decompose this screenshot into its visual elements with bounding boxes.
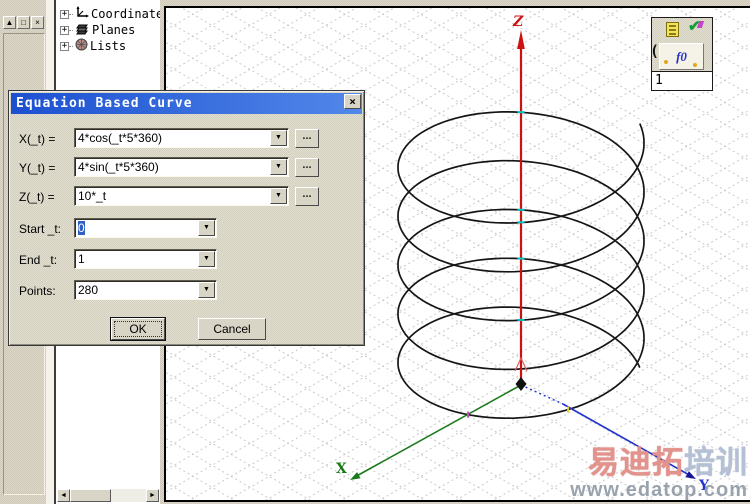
cancel-button[interactable]: Cancel xyxy=(198,318,266,340)
focus-rectangle xyxy=(114,321,162,337)
notes-icon[interactable] xyxy=(666,22,679,37)
dropdown-arrow-button[interactable]: ▼ xyxy=(270,130,287,146)
sphere-icon xyxy=(75,38,88,54)
y-axis xyxy=(562,403,692,477)
ok-button[interactable]: OK xyxy=(110,317,166,341)
dropdown-arrow-button[interactable]: ▼ xyxy=(270,159,287,175)
dialog-close-button[interactable]: × xyxy=(344,94,361,109)
tree-connector xyxy=(69,45,73,47)
combo-field[interactable]: 0 ▼ xyxy=(74,218,217,238)
combo-value[interactable]: 10*_t xyxy=(75,189,270,203)
restore-icon: □ xyxy=(21,18,26,27)
z-axis-label: Z xyxy=(512,14,524,30)
scroll-right-button[interactable]: ► xyxy=(146,489,159,502)
combo-value[interactable]: 1 xyxy=(75,252,198,266)
vertex-dot xyxy=(693,63,697,67)
tree-connector xyxy=(69,13,73,15)
vertex-dot xyxy=(664,60,668,64)
combo-value[interactable]: 280 xyxy=(75,283,198,297)
dropdown-arrow-button[interactable]: ▼ xyxy=(270,188,287,204)
dialog-title-text: Equation Based Curve xyxy=(16,96,193,111)
tree-connector xyxy=(69,29,73,31)
y-axis-label: Y xyxy=(698,478,710,494)
combo-value[interactable]: 0 xyxy=(75,221,198,235)
cancel-button-label: Cancel xyxy=(213,322,251,336)
axes-icon xyxy=(75,6,89,22)
tree-item-label: Planes xyxy=(92,23,136,37)
application-window: ▲ □ × + Coordinate + Planes + Lists ◄ ► ZXY 易… xyxy=(0,0,750,504)
tree-item-lists[interactable]: + Lists xyxy=(60,38,160,54)
field-label: Z(_t) = xyxy=(19,190,55,204)
x-axis-arrow xyxy=(350,472,361,480)
view-overlay-panel: ✔ ( f0 1 xyxy=(650,17,713,91)
rollup-button[interactable]: ▲ xyxy=(3,16,16,29)
close-icon: × xyxy=(35,18,40,27)
dialog-titlebar[interactable]: Equation Based Curve xyxy=(11,93,362,114)
combo-value[interactable]: 4*cos(_t*5*360) xyxy=(75,131,270,145)
combo-field[interactable]: 4*sin(_t*5*360) ▼ xyxy=(74,157,289,177)
scroll-track[interactable] xyxy=(111,489,146,502)
tree-item-label: Coordinate xyxy=(91,7,160,21)
dropdown-arrow-button[interactable]: ▼ xyxy=(198,282,215,298)
scroll-left-button[interactable]: ◄ xyxy=(57,489,70,502)
combo-field[interactable]: 4*cos(_t*5*360) ▼ xyxy=(74,128,289,148)
check-icon[interactable]: ✔ xyxy=(688,17,701,35)
mdi-window-controls: ▲ □ × xyxy=(3,16,44,29)
origin-marker xyxy=(515,377,527,391)
expand-plus-icon[interactable]: + xyxy=(60,9,69,19)
expression-editor-button[interactable]: ... xyxy=(295,158,319,177)
field-label: X(_t) = xyxy=(19,132,56,146)
function-icon[interactable]: f0 xyxy=(659,43,704,70)
tree-item-planes[interactable]: + Planes xyxy=(60,22,160,38)
tree-horizontal-scrollbar[interactable]: ◄ ► xyxy=(57,489,159,502)
expand-plus-icon[interactable]: + xyxy=(60,41,69,51)
expression-editor-button[interactable]: ... xyxy=(295,187,319,206)
dropdown-arrow-button[interactable]: ▼ xyxy=(198,220,215,236)
field-label: Start _t: xyxy=(19,222,62,236)
equation-based-curve-dialog: Equation Based Curve × X(_t) = 4*cos(_t*5… xyxy=(8,90,365,346)
combo-field[interactable]: 280 ▼ xyxy=(74,280,217,300)
tree-item-coordinate[interactable]: + Coordinate xyxy=(60,6,160,22)
expand-plus-icon[interactable]: + xyxy=(60,25,69,35)
combo-value[interactable]: 4*sin(_t*5*360) xyxy=(75,160,270,174)
page-number: 1 xyxy=(655,73,663,88)
z-axis-arrow xyxy=(517,30,525,49)
planes-icon xyxy=(75,23,90,38)
rollup-icon: ▲ xyxy=(5,18,14,27)
field-label: Y(_t) = xyxy=(19,161,56,175)
bracket-decoration: ( xyxy=(650,42,660,60)
expression-editor-button[interactable]: ... xyxy=(295,129,319,148)
tree-item-label: Lists xyxy=(90,39,127,53)
page-number-box[interactable]: 1 xyxy=(651,71,713,91)
function-label: f0 xyxy=(676,49,687,64)
close-window-button[interactable]: × xyxy=(31,16,44,29)
field-label: End _t: xyxy=(19,253,58,267)
combo-field[interactable]: 10*_t ▼ xyxy=(74,186,289,206)
dropdown-arrow-button[interactable]: ▼ xyxy=(198,251,215,267)
combo-field[interactable]: 1 ▼ xyxy=(74,249,217,269)
scroll-thumb[interactable] xyxy=(70,489,111,502)
restore-button[interactable]: □ xyxy=(17,16,30,29)
selected-text: 0 xyxy=(78,221,85,235)
field-label: Points: xyxy=(19,284,56,298)
x-axis-label: X xyxy=(336,461,347,477)
